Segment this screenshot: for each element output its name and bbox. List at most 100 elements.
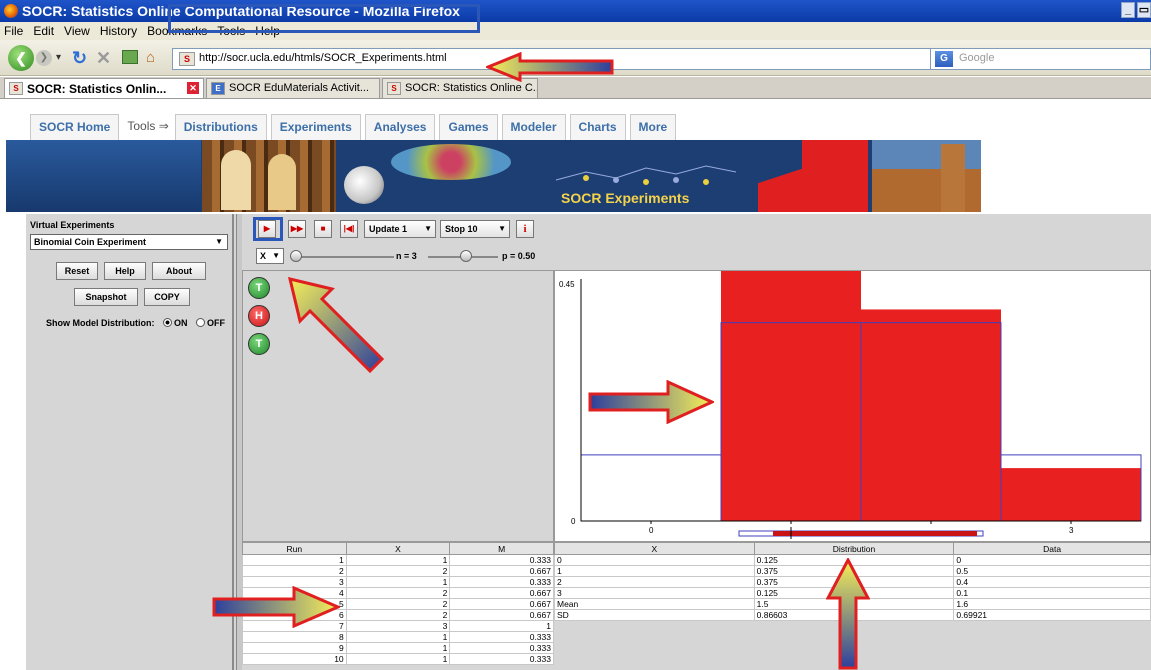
data-bar xyxy=(721,271,861,521)
x-cell: 2 xyxy=(345,587,451,599)
dropdown-arrow-icon: ▼ xyxy=(215,237,223,246)
m-cell: 0.667 xyxy=(449,587,554,599)
tab-distributions[interactable]: Distributions xyxy=(174,114,267,140)
update-select[interactable]: Update 1 ▼ xyxy=(364,220,436,238)
close-tab-icon[interactable]: ✕ xyxy=(187,82,199,94)
about-button[interactable]: About xyxy=(152,262,206,280)
update-select-value: Update 1 xyxy=(369,224,408,234)
experiment-select[interactable]: Binomial Coin Experiment ▼ xyxy=(30,234,228,250)
banner-title: SOCR Experiments xyxy=(561,190,690,206)
annotation-arrow-runs xyxy=(212,586,340,628)
fast-forward-icon[interactable]: ▶▶ xyxy=(288,220,306,238)
snapshot-button[interactable]: Snapshot xyxy=(74,288,138,306)
experiment-toolbar: ▶ ▶▶ ■ |◀| Update 1 ▼ Stop 10 ▼ i xyxy=(242,214,1151,240)
m-cell: 0.667 xyxy=(449,565,554,577)
reload-icon[interactable]: ↻ xyxy=(72,48,87,69)
url-text[interactable]: http://socr.ucla.edu/htmls/SOCR_Experime… xyxy=(199,52,447,64)
annotation-arrow-url xyxy=(486,52,614,82)
copy-button[interactable]: COPY xyxy=(144,288,190,306)
stop-select-value: Stop 10 xyxy=(445,224,478,234)
history-dropdown-icon[interactable]: ▾ xyxy=(56,52,61,63)
m-cell: 0.333 xyxy=(449,642,554,654)
m-cell: 1 xyxy=(449,620,554,632)
menu-edit[interactable]: Edit xyxy=(33,24,54,38)
stop-select[interactable]: Stop 10 ▼ xyxy=(440,220,510,238)
site-navigation: SOCR Home Tools ⇒ Distributions Experime… xyxy=(30,114,680,140)
reset-button[interactable]: Reset xyxy=(56,262,98,280)
tab-socr-home[interactable]: SOCR Home xyxy=(30,114,120,140)
data-cell: 0.4 xyxy=(953,576,1151,588)
table-row[interactable]: 1 1 0.333 xyxy=(242,554,554,566)
data-bar xyxy=(1001,468,1141,521)
tab-games[interactable]: Games xyxy=(439,114,498,140)
help-button[interactable]: Help xyxy=(104,262,146,280)
run-cell: 1 xyxy=(242,554,347,566)
reset-icon[interactable]: |◀| xyxy=(340,220,358,238)
tab-modeler[interactable]: Modeler xyxy=(501,114,566,140)
x-cell: SD xyxy=(554,609,755,621)
table-row[interactable]: 2 2 0.667 xyxy=(242,565,554,577)
model-bar xyxy=(580,454,722,522)
annotation-arrow-params xyxy=(287,276,385,374)
menu-view[interactable]: View xyxy=(64,24,90,38)
home-icon[interactable]: ⌂ xyxy=(146,49,155,66)
x-cell: 2 xyxy=(345,565,451,577)
x-column-header[interactable]: X xyxy=(554,542,755,555)
x-cell: 1 xyxy=(345,554,451,566)
radio-off-label: OFF xyxy=(207,318,226,328)
show-model-label: Show Model Distribution: xyxy=(46,318,155,328)
info-button[interactable]: i xyxy=(516,220,534,238)
m-cell: 0.333 xyxy=(449,554,554,566)
bookmark-page-icon[interactable] xyxy=(122,50,138,64)
distribution-column-header[interactable]: Distribution xyxy=(753,542,955,555)
p-slider-knob[interactable] xyxy=(460,250,472,262)
data-cell: 0.69921 xyxy=(953,609,1151,621)
x-cell: 1 xyxy=(345,576,451,588)
variable-select[interactable]: X ▼ xyxy=(256,248,284,264)
browser-tab-label: SOCR EduMaterials Activit... xyxy=(229,82,369,94)
tab-charts[interactable]: Charts xyxy=(569,114,626,140)
data-sd-bar xyxy=(773,531,977,536)
menu-file[interactable]: File xyxy=(4,24,23,38)
play-highlight-box xyxy=(253,217,283,241)
menu-history[interactable]: History xyxy=(100,24,137,38)
search-box[interactable]: G Google xyxy=(930,48,1151,70)
n-slider-knob[interactable] xyxy=(290,250,302,262)
table-row[interactable]: 10 1 0.333 xyxy=(242,653,554,665)
brain-graphic xyxy=(344,166,384,204)
back-icon[interactable]: ❮ xyxy=(8,45,34,71)
tab-analyses[interactable]: Analyses xyxy=(364,114,436,140)
run-column-header[interactable]: Run xyxy=(242,542,347,555)
y-tick-label: 0 xyxy=(571,517,576,526)
table-row[interactable]: 9 1 0.333 xyxy=(242,642,554,654)
browser-tab-socr[interactable]: S SOCR: Statistics Onlin... ✕ xyxy=(4,78,204,98)
data-cell: 0.1 xyxy=(953,587,1151,599)
page-favicon-icon: E xyxy=(211,82,225,95)
stop-square-icon[interactable]: ■ xyxy=(314,220,332,238)
table-row[interactable]: 8 1 0.333 xyxy=(242,631,554,643)
x-cell: 1 xyxy=(345,653,451,665)
x-column-header[interactable]: X xyxy=(345,542,451,555)
x-tick-label: 0 xyxy=(649,526,654,535)
browser-tab-edumaterials[interactable]: E SOCR EduMaterials Activit... xyxy=(206,78,380,98)
tab-more[interactable]: More xyxy=(629,114,677,140)
n-slider-track[interactable] xyxy=(294,256,394,258)
minimize-button[interactable]: _ xyxy=(1121,2,1135,18)
y-tick-label: 0.45 xyxy=(559,280,575,289)
banner-background xyxy=(6,140,201,212)
radio-on[interactable] xyxy=(163,318,173,327)
coin-tails: T xyxy=(248,277,270,299)
data-column-header[interactable]: Data xyxy=(953,542,1151,555)
radio-off[interactable] xyxy=(196,318,206,327)
x-cell: 1 xyxy=(345,642,451,654)
google-search-icon[interactable]: G xyxy=(935,51,953,67)
stop-icon[interactable]: ✕ xyxy=(96,48,111,69)
radio-on-label: ON xyxy=(174,318,188,328)
m-column-header[interactable]: M xyxy=(449,542,554,555)
browser-tab-label: SOCR: Statistics Onlin... xyxy=(27,82,167,96)
window-controls: _ ▭ xyxy=(1121,2,1151,18)
forward-icon[interactable]: ❯ xyxy=(36,50,52,66)
m-cell: 0.667 xyxy=(449,598,554,610)
tab-experiments[interactable]: Experiments xyxy=(270,114,361,140)
maximize-button[interactable]: ▭ xyxy=(1137,2,1151,18)
